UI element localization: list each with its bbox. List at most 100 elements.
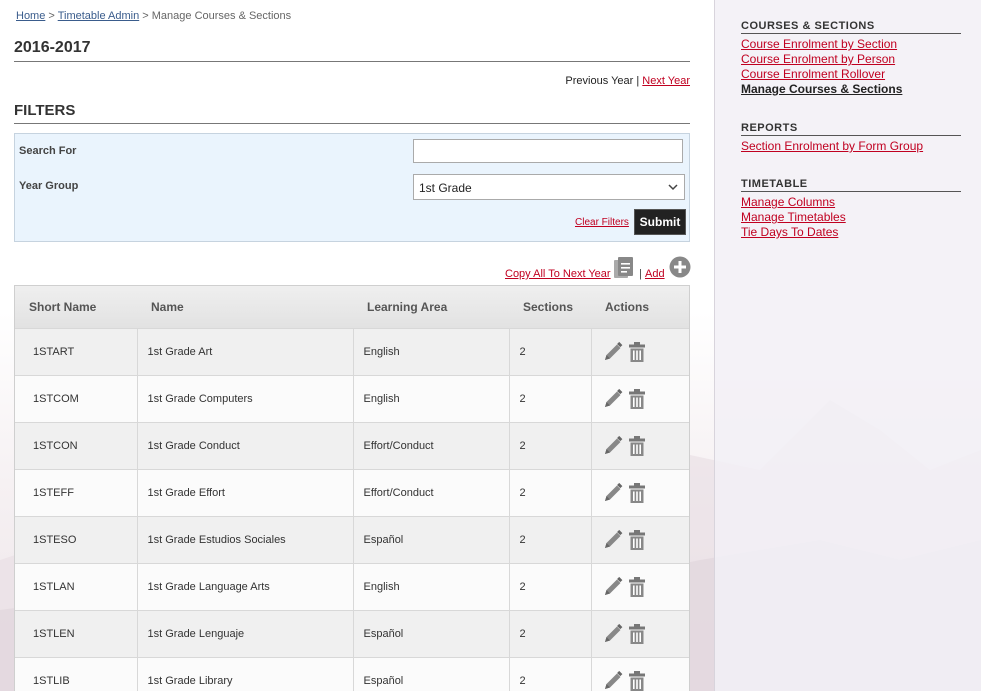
search-for-label: Search For — [19, 145, 77, 157]
delete-trash-icon[interactable] — [628, 482, 646, 504]
delete-trash-icon[interactable] — [628, 670, 646, 691]
column-header-learning-area[interactable]: Learning Area — [353, 286, 509, 328]
cell-name: 1st Grade Library — [136, 656, 353, 691]
edit-pencil-icon[interactable] — [602, 388, 624, 410]
sidebar-link-course-enrolment-by-section[interactable]: Course Enrolment by Section — [741, 37, 961, 52]
column-header-short-name[interactable]: Short Name — [15, 286, 137, 328]
column-header-sections[interactable]: Sections — [509, 286, 591, 328]
year-group-select[interactable]: 1st Grade — [413, 174, 685, 200]
cell-actions — [590, 515, 689, 563]
delete-trash-icon[interactable] — [628, 529, 646, 551]
breadcrumb-current: > Manage Courses & Sections — [139, 10, 292, 22]
add-circle-icon[interactable] — [669, 256, 691, 278]
cell-learning-area: Effort/Conduct — [352, 468, 509, 516]
table-row: 1STLAN 1st Grade Language Arts English 2 — [15, 562, 689, 610]
sidebar-section-timetable: TIMETABLE Manage Columns Manage Timetabl… — [741, 178, 961, 240]
cell-learning-area: English — [352, 327, 509, 375]
filter-panel: Search For Year Group 1st Grade Clear Fi… — [14, 133, 690, 242]
edit-pencil-icon[interactable] — [602, 529, 624, 551]
submit-button[interactable]: Submit — [634, 209, 686, 235]
copy-all-to-next-year-link[interactable]: Copy All To Next Year — [505, 268, 611, 280]
sidebar-link-manage-courses-sections[interactable]: Manage Courses & Sections — [741, 82, 961, 97]
sidebar-link-course-enrolment-rollover[interactable]: Course Enrolment Rollover — [741, 67, 961, 82]
chevron-down-icon — [668, 184, 678, 191]
table-row: 1START 1st Grade Art English 2 — [15, 327, 689, 375]
cell-sections: 2 — [508, 374, 591, 422]
breadcrumb-home-link[interactable]: Home — [16, 10, 45, 22]
cell-name: 1st Grade Estudios Sociales — [136, 515, 353, 563]
breadcrumb: Home > Timetable Admin > Manage Courses … — [16, 10, 291, 22]
cell-sections: 2 — [508, 562, 591, 610]
cell-sections: 2 — [508, 421, 591, 469]
edit-pencil-icon[interactable] — [602, 576, 624, 598]
delete-trash-icon[interactable] — [628, 576, 646, 598]
delete-trash-icon[interactable] — [628, 388, 646, 410]
edit-pencil-icon[interactable] — [602, 670, 624, 691]
table-row: 1STCON 1st Grade Conduct Effort/Conduct 2 — [15, 421, 689, 469]
sidebar-link-tie-days-to-dates[interactable]: Tie Days To Dates — [741, 225, 961, 240]
cell-name: 1st Grade Art — [136, 327, 353, 375]
breadcrumb-timetable-admin-link[interactable]: Timetable Admin — [58, 10, 140, 22]
cell-actions — [590, 609, 689, 657]
cell-learning-area: Effort/Conduct — [352, 421, 509, 469]
cell-short-name: 1STCON — [15, 421, 137, 469]
edit-pencil-icon[interactable] — [602, 435, 624, 457]
table-header-row: Short Name Name Learning Area Sections A… — [15, 286, 689, 328]
edit-pencil-icon[interactable] — [602, 623, 624, 645]
table-row: 1STEFF 1st Grade Effort Effort/Conduct 2 — [15, 468, 689, 516]
column-header-name[interactable]: Name — [137, 286, 353, 328]
sidebar-heading-courses: COURSES & SECTIONS — [741, 20, 961, 34]
next-year-link[interactable]: Next Year — [642, 75, 690, 87]
cell-name: 1st Grade Language Arts — [136, 562, 353, 610]
actions-separator: | — [639, 268, 642, 280]
cell-sections: 2 — [508, 327, 591, 375]
cell-sections: 2 — [508, 656, 591, 691]
sidebar-link-manage-columns[interactable]: Manage Columns — [741, 195, 961, 210]
cell-learning-area: English — [352, 562, 509, 610]
cell-name: 1st Grade Lenguaje — [136, 609, 353, 657]
table-row: 1STESO 1st Grade Estudios Sociales Español… — [15, 515, 689, 563]
year-navigation: Previous Year | Next Year — [565, 75, 690, 87]
cell-short-name: 1START — [15, 327, 137, 375]
cell-actions — [590, 656, 689, 691]
filters-heading: FILTERS — [14, 102, 690, 124]
delete-trash-icon[interactable] — [628, 623, 646, 645]
cell-actions — [590, 421, 689, 469]
cell-actions — [590, 468, 689, 516]
table-row: 1STLIB 1st Grade Library Español 2 — [15, 656, 689, 691]
cell-short-name: 1STLEN — [15, 609, 137, 657]
cell-sections: 2 — [508, 515, 591, 563]
cell-name: 1st Grade Effort — [136, 468, 353, 516]
courses-table: Short Name Name Learning Area Sections A… — [14, 285, 690, 691]
cell-short-name: 1STCOM — [15, 374, 137, 422]
search-input[interactable] — [413, 139, 683, 163]
edit-pencil-icon[interactable] — [602, 482, 624, 504]
sidebar-section-reports: REPORTS Section Enrolment by Form Group — [741, 122, 961, 154]
clear-filters-link[interactable]: Clear Filters — [575, 217, 629, 228]
sidebar: COURSES & SECTIONS Course Enrolment by S… — [714, 0, 981, 691]
table-row: 1STCOM 1st Grade Computers English 2 — [15, 374, 689, 422]
sidebar-link-course-enrolment-by-person[interactable]: Course Enrolment by Person — [741, 52, 961, 67]
add-link[interactable]: Add — [645, 268, 665, 280]
cell-learning-area: Español — [352, 515, 509, 563]
column-header-actions: Actions — [605, 299, 650, 314]
sidebar-heading-timetable: TIMETABLE — [741, 178, 961, 192]
previous-year-label: Previous Year — [565, 75, 634, 87]
cell-short-name: 1STEFF — [15, 468, 137, 516]
cell-sections: 2 — [508, 468, 591, 516]
cell-short-name: 1STESO — [15, 515, 137, 563]
year-group-selected-value: 1st Grade — [419, 181, 472, 195]
cell-actions — [590, 562, 689, 610]
cell-short-name: 1STLAN — [15, 562, 137, 610]
edit-pencil-icon[interactable] — [602, 341, 624, 363]
cell-name: 1st Grade Conduct — [136, 421, 353, 469]
delete-trash-icon[interactable] — [628, 435, 646, 457]
delete-trash-icon[interactable] — [628, 341, 646, 363]
sidebar-link-manage-timetables[interactable]: Manage Timetables — [741, 210, 961, 225]
cell-actions — [590, 327, 689, 375]
year-nav-separator: | — [633, 75, 643, 87]
copy-document-icon[interactable] — [613, 256, 635, 280]
breadcrumb-separator: > — [45, 10, 58, 22]
sidebar-heading-reports: REPORTS — [741, 122, 961, 136]
sidebar-link-section-enrolment-by-form-group[interactable]: Section Enrolment by Form Group — [741, 139, 961, 154]
